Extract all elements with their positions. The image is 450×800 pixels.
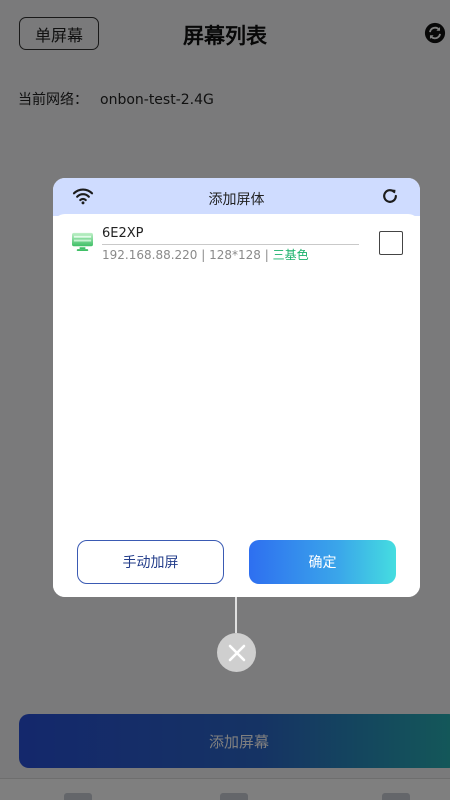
device-select-checkbox[interactable] (379, 231, 403, 255)
close-dialog-button[interactable] (217, 633, 256, 672)
device-resolution: 128*128 (209, 248, 261, 262)
dialog-title: 添加屏体 (208, 192, 265, 208)
add-screen-dialog: 添加屏体 6E2XP 192.168.88.220 | 128*128 | 三基… (53, 178, 420, 597)
divider (102, 244, 359, 245)
dialog-header: 添加屏体 (53, 178, 420, 216)
led-screen-icon (72, 232, 93, 252)
device-color-type: 三基色 (272, 248, 309, 262)
device-info: 192.168.88.220 | 128*128 | 三基色 (102, 248, 309, 262)
confirm-button[interactable]: 确定 (249, 540, 396, 584)
close-icon (228, 644, 245, 661)
close-connector-line (235, 597, 237, 633)
refresh-icon[interactable] (380, 186, 400, 206)
device-name: 6E2XP (102, 226, 144, 241)
dialog-body: 6E2XP 192.168.88.220 | 128*128 | 三基色 手动加… (53, 214, 420, 597)
device-list-item[interactable]: 6E2XP 192.168.88.220 | 128*128 | 三基色 (71, 226, 403, 262)
device-ip: 192.168.88.220 (102, 248, 198, 262)
manual-add-button[interactable]: 手动加屏 (77, 540, 224, 584)
